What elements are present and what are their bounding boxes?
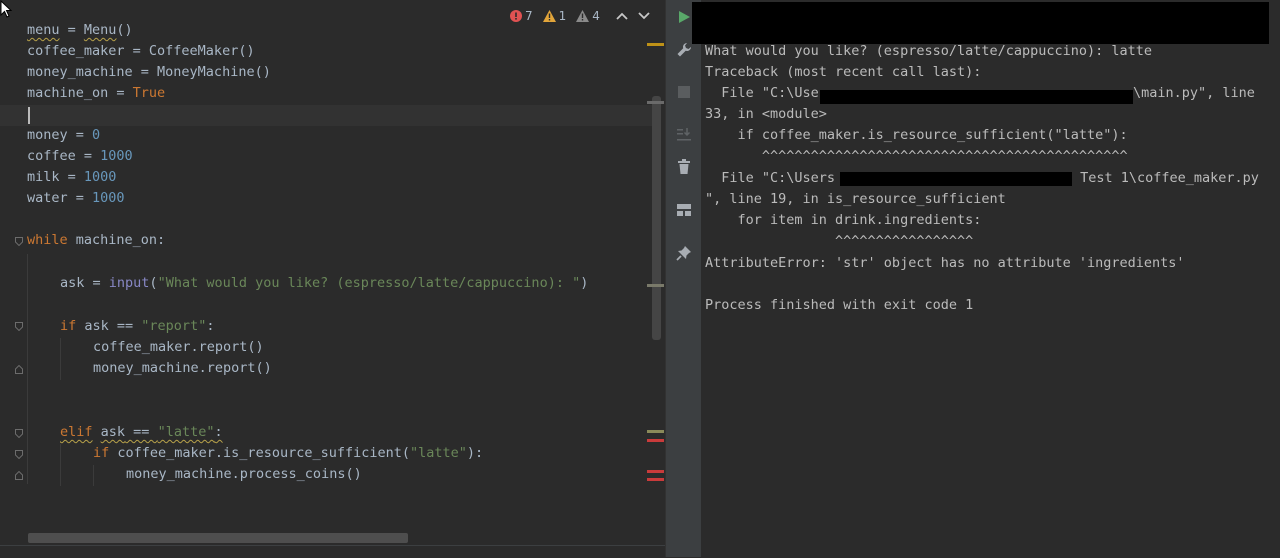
error-count[interactable]: 7 — [510, 9, 533, 23]
horizontal-scrollbar[interactable] — [28, 533, 408, 543]
stop-icon — [678, 86, 690, 98]
trash-icon — [678, 159, 690, 174]
code-editor[interactable]: 7 1 4 menu = Menu() coffee_maker = Coffe… — [0, 0, 665, 558]
fold-icon[interactable] — [15, 450, 23, 459]
console-line: ", line 19, in is_resource_sufficient — [705, 191, 1006, 207]
indent-guide — [27, 254, 28, 484]
pin-icon — [676, 246, 691, 261]
code-line: money_machine = MoneyMachine() — [27, 64, 271, 80]
fold-icon[interactable] — [15, 429, 23, 438]
info-stripe-mark[interactable] — [647, 101, 664, 104]
text-caret — [28, 107, 30, 124]
clear-all-button[interactable] — [674, 157, 694, 177]
console-line: File "C:\Use — [705, 85, 819, 101]
code-line: coffee_maker.report() — [93, 339, 264, 355]
scroll-to-end-icon — [677, 128, 691, 141]
pin-tab-button[interactable] — [674, 243, 694, 263]
warning-count-label: 1 — [558, 9, 567, 23]
layout-icon — [677, 204, 691, 216]
fold-icon[interactable] — [15, 322, 23, 331]
weak-warning-stripe-mark[interactable] — [647, 430, 664, 433]
run-icon — [679, 11, 690, 23]
wrench-icon — [677, 42, 692, 57]
console-line: What would you like? (espresso/latte/cap… — [705, 43, 1153, 59]
console-line: File "C:\Users — [705, 170, 836, 186]
file-link[interactable]: \main.py", line — [1133, 83, 1255, 104]
error-stripe-mark[interactable] — [647, 478, 664, 481]
code-line: coffee = 1000 — [27, 148, 133, 164]
code-line: milk = 1000 — [27, 169, 117, 185]
horizontal-scrollbar-track — [0, 545, 665, 558]
redacted-path — [840, 172, 1072, 186]
code-line: elif ask == "latte": — [60, 424, 223, 440]
indent-guide — [60, 444, 61, 486]
error-message: AttributeError: 'str' object has no attr… — [705, 255, 1185, 271]
code-line: money_machine.process_coins() — [126, 466, 362, 482]
mouse-pointer-icon — [0, 0, 13, 18]
console-line: ^^^^^^^^^^^^^^^^^^^^^^^^^^^^^^^^^^^^^^^^… — [705, 148, 1128, 164]
fold-end-icon[interactable] — [15, 471, 23, 480]
vertical-scrollbar[interactable] — [652, 96, 661, 340]
error-stripe-mark[interactable] — [647, 470, 664, 473]
inspection-widget[interactable]: 7 1 4 — [510, 8, 650, 24]
console-line: ^^^^^^^^^^^^^^^^^ — [705, 233, 974, 249]
code-line: machine_on = True — [27, 85, 166, 101]
code-line: ask = input("What would you like? (espre… — [60, 275, 589, 291]
code-line: if coffee_maker.is_resource_sufficient("… — [93, 445, 484, 461]
current-line-highlight — [0, 105, 652, 126]
scroll-to-end-button[interactable] — [674, 124, 694, 144]
code-line: if ask == "report": — [60, 318, 215, 334]
run-toolbar — [665, 0, 702, 557]
rerun-button[interactable] — [674, 7, 694, 27]
weak-warning-count[interactable]: 4 — [576, 9, 600, 23]
warning-stripe-mark[interactable] — [647, 43, 664, 46]
weak-warning-count-label: 4 — [592, 9, 600, 23]
code-line: money = 0 — [27, 127, 101, 143]
console-line: Traceback (most recent call last): — [705, 64, 982, 80]
indent-guide — [93, 465, 94, 486]
console-line: 33, in <module> — [705, 106, 827, 122]
warning-count[interactable]: 1 — [542, 9, 567, 23]
redacted-area — [692, 2, 1269, 44]
layout-button[interactable] — [674, 200, 694, 220]
warning-icon — [542, 10, 556, 22]
fold-end-icon[interactable] — [15, 365, 23, 374]
info-stripe-mark[interactable] — [647, 284, 664, 287]
fold-icon[interactable] — [15, 237, 23, 246]
error-count-label: 7 — [525, 9, 533, 23]
previous-highlight-icon[interactable] — [616, 11, 628, 21]
exit-message: Process finished with exit code 1 — [705, 297, 974, 313]
error-stripe-mark[interactable] — [647, 439, 664, 442]
edit-configuration-button[interactable] — [674, 40, 694, 60]
code-line: water = 1000 — [27, 190, 125, 206]
console-line: if coffee_maker.is_resource_sufficient("… — [705, 127, 1128, 143]
console-line: for item in drink.ingredients: — [705, 212, 982, 228]
code-line: money_machine.report() — [93, 360, 272, 376]
weak-warning-icon — [576, 10, 590, 22]
file-link[interactable]: Test 1\coffee_maker.py — [1072, 168, 1259, 189]
indent-guide — [60, 338, 61, 380]
error-icon — [510, 10, 522, 22]
code-line: coffee_maker = CoffeeMaker() — [27, 43, 255, 59]
next-highlight-icon[interactable] — [638, 11, 650, 21]
code-line: menu = Menu() — [27, 22, 133, 38]
stop-button[interactable] — [674, 82, 694, 102]
code-line: while machine_on: — [27, 232, 166, 248]
redacted-path — [820, 90, 1133, 104]
